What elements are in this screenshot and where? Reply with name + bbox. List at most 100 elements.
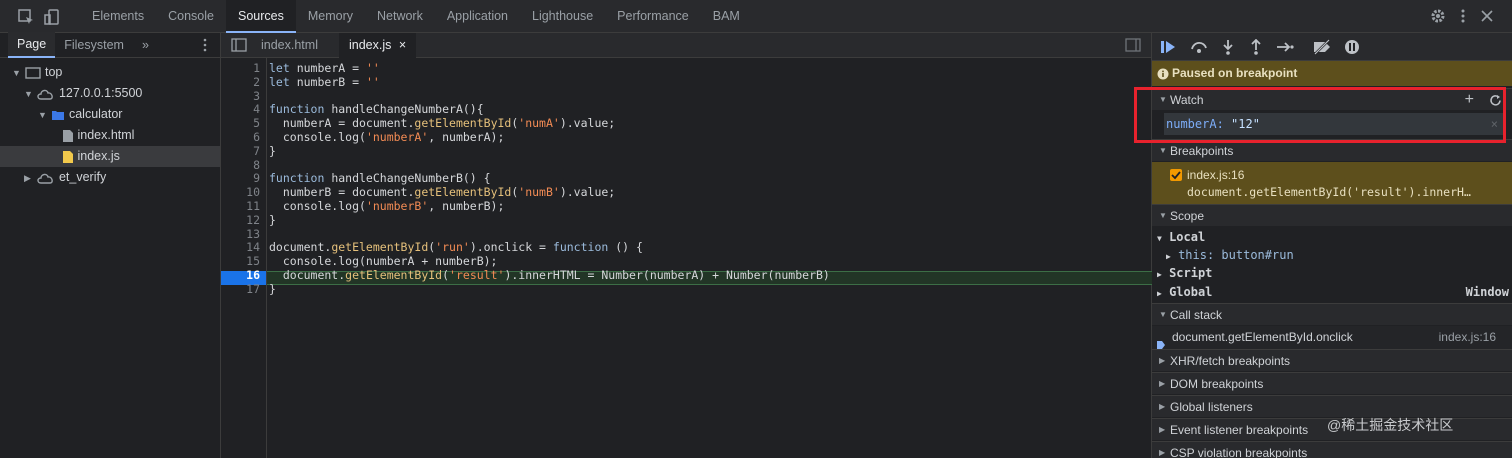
scope-script-label: Script <box>1169 266 1213 280</box>
device-toolbar-icon[interactable] <box>44 9 60 25</box>
watermark: @稀土掘金技术社区 <box>1327 417 1454 433</box>
csp-violation-breakpoints-title: CSP violation breakpoints <box>1170 446 1308 458</box>
line-number[interactable]: 17 <box>220 282 260 297</box>
step-icon[interactable] <box>1276 39 1294 55</box>
xhr-breakpoints-section-header[interactable]: ▶ XHR/fetch breakpoints <box>1152 349 1512 371</box>
line-number[interactable]: 15 <box>220 254 260 269</box>
collapsed-arrow-icon: ▶ <box>1159 448 1166 457</box>
xhr-breakpoints-title: XHR/fetch breakpoints <box>1170 354 1291 368</box>
tab-network[interactable]: Network <box>365 0 435 33</box>
tab-elements[interactable]: Elements <box>80 0 156 33</box>
scope-this-value: button#run <box>1221 248 1294 262</box>
step-out-icon[interactable] <box>1248 38 1264 55</box>
scope-local[interactable]: ▼ Local <box>1157 230 1512 244</box>
line-number[interactable]: 6 <box>220 130 260 145</box>
tab-bam[interactable]: BAM <box>701 0 752 33</box>
close-devtools-icon[interactable] <box>1480 8 1494 27</box>
close-tab-icon[interactable]: × <box>399 38 406 52</box>
line-number[interactable]: 11 <box>220 199 260 214</box>
scope-global[interactable]: ▶ Global Window <box>1157 285 1509 299</box>
breakpoints-title: Breakpoints <box>1170 144 1234 158</box>
settings-gear-icon[interactable] <box>1430 8 1446 27</box>
line-number[interactable]: 8 <box>220 158 260 173</box>
more-tabs-chevron[interactable]: » <box>133 33 158 57</box>
scope-global-label: Global <box>1169 285 1213 299</box>
line-number[interactable]: 5 <box>220 116 260 131</box>
dom-breakpoints-title: DOM breakpoints <box>1170 377 1264 391</box>
watch-highlight-annotation <box>1134 87 1506 143</box>
line-number[interactable]: 2 <box>220 75 260 90</box>
call-stack-section-header[interactable]: ▼ Call stack <box>1152 303 1512 325</box>
line-number[interactable]: 9 <box>220 172 260 186</box>
line-number[interactable]: 16 <box>220 268 260 283</box>
paused-text: Paused on breakpoint <box>1172 66 1298 80</box>
expand-arrow-icon: ▼ <box>1159 146 1167 155</box>
tab-lighthouse[interactable]: Lighthouse <box>520 0 605 33</box>
collapsed-arrow-icon: ▶ <box>1157 289 1162 298</box>
scope-section-header[interactable]: ▼ Scope <box>1152 204 1512 226</box>
code-line: numberB = document.getElementById('numB'… <box>269 185 616 200</box>
scope-this-label: this: <box>1178 248 1215 262</box>
tab-application[interactable]: Application <box>435 0 520 33</box>
breakpoint-checkbox[interactable] <box>1170 169 1182 181</box>
tab-console[interactable]: Console <box>156 0 226 33</box>
tree-label-top: top <box>44 65 63 79</box>
breakpoint-item[interactable]: index.js:16 document.getElementById('res… <box>1152 162 1512 210</box>
nav-tab-filesystem[interactable]: Filesystem <box>55 33 133 57</box>
breakpoint-location: index.js:16 <box>1187 168 1245 182</box>
expand-arrow-icon: ▼ <box>38 110 47 120</box>
tree-item-index-html[interactable]: index.html <box>0 125 220 146</box>
tree-item-et-verify[interactable]: ▶ et_verify <box>0 167 220 188</box>
code-line: document.getElementById('result').innerH… <box>269 268 830 282</box>
tree-item-index-js[interactable]: index.js <box>0 146 220 167</box>
code-line: console.log(numberA + numberB); <box>269 254 498 269</box>
scope-this-row[interactable]: ▶ this: button#run <box>1166 248 1512 262</box>
pause-on-exceptions-icon[interactable] <box>1344 39 1360 55</box>
tree-item-host[interactable]: ▼ 127.0.0.1:5500 <box>0 83 220 104</box>
toggle-navigator-icon[interactable] <box>231 38 247 55</box>
tree-item-calculator[interactable]: ▼ calculator <box>0 104 220 125</box>
code-line: } <box>269 281 276 296</box>
call-frame-row[interactable]: document.getElementById.onclick index.js… <box>1152 326 1512 349</box>
scope-global-value: Window <box>1465 285 1509 299</box>
line-number[interactable]: 7 <box>220 144 260 159</box>
global-listeners-section-header[interactable]: ▶ Global listeners <box>1152 395 1512 417</box>
line-number[interactable]: 13 <box>220 227 260 242</box>
tab-memory[interactable]: Memory <box>296 0 365 33</box>
navigator-menu-icon[interactable] <box>202 38 208 55</box>
code-line: console.log('numberB', numberB); <box>269 199 505 213</box>
file-tab-index-js[interactable]: index.js × <box>339 33 417 58</box>
cloud-icon <box>37 173 54 184</box>
dom-breakpoints-section-header[interactable]: ▶ DOM breakpoints <box>1152 372 1512 394</box>
tab-performance[interactable]: Performance <box>605 0 701 33</box>
tree-label-index-html: index.html <box>77 128 135 142</box>
deactivate-breakpoints-icon[interactable] <box>1312 39 1330 55</box>
file-tab-index-html[interactable]: index.html <box>251 33 328 58</box>
line-number[interactable]: 12 <box>220 213 260 228</box>
step-over-icon[interactable] <box>1190 39 1207 55</box>
nav-tab-page[interactable]: Page <box>8 32 56 58</box>
line-number[interactable]: 4 <box>220 103 260 117</box>
line-number[interactable]: 1 <box>220 61 260 76</box>
csp-violation-breakpoints-section-header[interactable]: ▶ CSP violation breakpoints <box>1152 441 1512 458</box>
line-number[interactable]: 14 <box>220 241 260 255</box>
tree-item-top[interactable]: ▼ top <box>0 62 220 83</box>
line-number[interactable]: 3 <box>220 89 260 104</box>
scope-title: Scope <box>1170 209 1205 223</box>
expand-arrow-icon: ▼ <box>24 89 33 99</box>
expand-arrow-icon: ▼ <box>1157 234 1162 243</box>
devtools-toolbar: Elements Console Sources Memory Network … <box>0 0 1512 33</box>
line-number[interactable]: 10 <box>220 185 260 200</box>
more-options-icon[interactable] <box>1460 8 1466 27</box>
resume-icon[interactable] <box>1160 39 1176 55</box>
code-line: let numberA = '' <box>269 61 380 75</box>
global-listeners-title: Global listeners <box>1170 400 1253 414</box>
scope-local-label: Local <box>1169 230 1206 244</box>
step-into-icon[interactable] <box>1220 39 1236 55</box>
inspect-element-icon[interactable] <box>18 9 34 25</box>
toggle-debugger-icon[interactable] <box>1125 38 1141 55</box>
expand-arrow-icon: ▼ <box>12 68 21 78</box>
code-line: } <box>269 143 276 158</box>
scope-script[interactable]: ▶ Script <box>1157 266 1512 280</box>
tab-sources[interactable]: Sources <box>225 0 296 33</box>
